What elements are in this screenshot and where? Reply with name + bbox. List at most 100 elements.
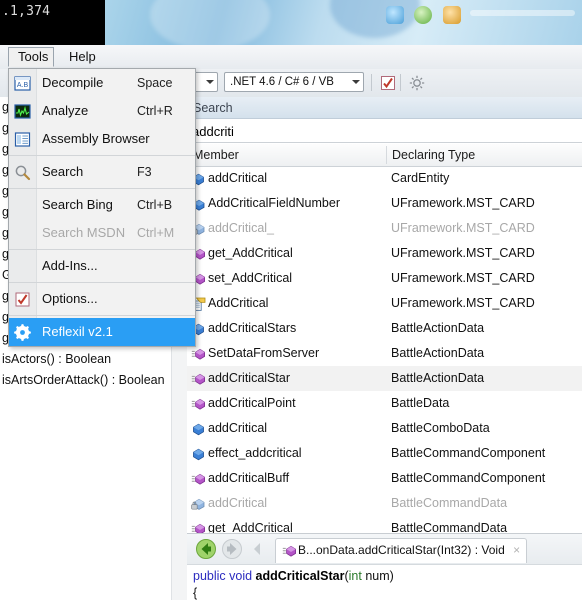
table-row[interactable]: addCriticalStars BattleActionData xyxy=(187,316,582,341)
table-row[interactable]: set_AddCritical UFramework.MST_CARD xyxy=(187,266,582,291)
method-icon xyxy=(191,471,206,486)
table-row[interactable]: addCritical BattleCommandData xyxy=(187,491,582,516)
table-row[interactable]: addCriticalBuff BattleCommandComponent xyxy=(187,466,582,491)
cell-member: effect_addcritical xyxy=(208,446,302,460)
code-text[interactable]: public void addCriticalStar(int num){ th… xyxy=(187,565,582,600)
menu-item-label: Add-Ins... xyxy=(42,258,98,273)
menu-item-add-ins[interactable]: Add-Ins... xyxy=(9,252,195,280)
menu-item-options[interactable]: Options... xyxy=(9,285,195,313)
search-panel-title: Search xyxy=(187,97,582,119)
table-row[interactable]: AddCritical UFramework.MST_CARD xyxy=(187,291,582,316)
menu-bar: Tools Help xyxy=(0,45,582,70)
search-results-panel: Search Member Declaring Type addCritical… xyxy=(187,97,582,600)
menu-separator xyxy=(9,188,195,189)
table-row[interactable]: addCriticalStar BattleActionData xyxy=(187,366,582,391)
cell-declaring-type: UFramework.MST_CARD xyxy=(391,221,535,235)
table-row[interactable]: addCritical CardEntity xyxy=(187,166,582,191)
column-header-member[interactable]: Member xyxy=(193,144,239,166)
code-tab[interactable]: B...onData.addCriticalStar(Int32) : Void… xyxy=(275,538,528,563)
chevron-down-icon xyxy=(206,80,214,84)
cell-declaring-type: BattleCommandComponent xyxy=(391,471,546,485)
menu-item-assembly-browser[interactable]: Assembly Browser xyxy=(9,125,195,153)
desktop-background: .1,374 xyxy=(0,0,582,45)
menu-item-label: Search xyxy=(42,164,84,179)
options-checkbox-icon xyxy=(14,290,31,307)
table-row[interactable]: addCriticalPoint BattleData xyxy=(187,391,582,416)
console-text: .1,374 xyxy=(2,4,51,19)
menu-item-search-msdn: Search MSDN Ctrl+M xyxy=(9,219,195,247)
table-row[interactable]: addCritical BattleComboData xyxy=(187,416,582,441)
cell-member: addCritical xyxy=(208,421,268,435)
console-window[interactable]: .1,374 xyxy=(0,0,105,45)
menu-separator xyxy=(9,282,195,283)
tray-icon[interactable] xyxy=(386,6,404,24)
menu-item-shortcut: Ctrl+B xyxy=(137,198,173,212)
table-row[interactable]: SetDataFromServer BattleActionData xyxy=(187,341,582,366)
column-divider[interactable] xyxy=(386,146,387,164)
assembly-browser-icon xyxy=(14,130,31,147)
tree-item[interactable]: isActors() : Boolean xyxy=(0,349,186,370)
options-checkbox-icon[interactable] xyxy=(379,74,397,92)
desktop-streak xyxy=(470,10,575,16)
field-icon xyxy=(191,421,206,436)
framework-combo[interactable]: .NET 4.6 / C# 6 / VB xyxy=(224,72,364,92)
code-token: { xyxy=(193,586,198,600)
gear-icon[interactable] xyxy=(408,74,426,92)
toolbar-separator xyxy=(400,74,401,91)
cell-declaring-type: BattleActionData xyxy=(391,371,485,385)
cell-declaring-type: BattleCommandComponent xyxy=(391,446,546,460)
menu-item-label: Reflexil v2.1 xyxy=(42,324,113,339)
menu-tools[interactable]: Tools xyxy=(8,47,54,67)
table-row[interactable]: addCritical_ UFramework.MST_CARD xyxy=(187,216,582,241)
menu-help[interactable]: Help xyxy=(60,47,105,67)
cell-member: SetDataFromServer xyxy=(208,346,320,360)
close-icon[interactable]: × xyxy=(513,543,520,557)
cell-declaring-type: BattleActionData xyxy=(391,346,485,360)
table-row[interactable]: get_AddCritical UFramework.MST_CARD xyxy=(187,241,582,266)
svg-text:A.B: A.B xyxy=(17,82,29,89)
menu-item-reflexil-v2-1[interactable]: Reflexil v2.1 xyxy=(9,318,195,346)
tray-icon-recycle[interactable] xyxy=(414,6,432,24)
method-icon xyxy=(282,544,296,557)
back-arrow-icon[interactable] xyxy=(195,538,217,560)
menu-item-search[interactable]: Search F3 xyxy=(9,158,195,186)
menu-item-label: Search MSDN xyxy=(42,225,126,240)
tray-icon-folder[interactable] xyxy=(443,6,461,24)
tools-dropdown-menu[interactable]: A.B Decompile Space Analyze Ctrl+R Assembly B… xyxy=(8,68,196,347)
tree-item[interactable]: isArtsOrderAttack() : Boolean xyxy=(0,370,186,391)
table-row[interactable]: AddCriticalFieldNumber UFramework.MST_CAR… xyxy=(187,191,582,216)
table-row[interactable]: effect_addcritical BattleCommandComponent xyxy=(187,441,582,466)
cell-declaring-type: BattleComboData xyxy=(391,421,490,435)
menu-item-decompile[interactable]: A.B Decompile Space xyxy=(9,69,195,97)
menu-item-list[interactable]: A.B Decompile Space Analyze Ctrl+R Assembly B… xyxy=(9,69,195,346)
forward-arrow-icon[interactable] xyxy=(221,538,243,560)
cell-declaring-type: BattleData xyxy=(391,396,450,410)
code-navigation-bar: B...onData.addCriticalStar(Int32) : Void… xyxy=(187,534,582,565)
menu-item-shortcut: Space xyxy=(137,76,173,90)
menu-item-label: Options... xyxy=(42,291,98,306)
menu-item-analyze[interactable]: Analyze Ctrl+R xyxy=(9,97,195,125)
cell-member: addCriticalPoint xyxy=(208,396,296,410)
menu-item-search-bing[interactable]: Search Bing Ctrl+B xyxy=(9,191,195,219)
code-tab-label: B...onData.addCriticalStar(Int32) : Void xyxy=(298,543,505,557)
chevron-down-icon xyxy=(352,80,360,84)
method-icon xyxy=(191,346,206,361)
menu-item-label: Search Bing xyxy=(42,197,113,212)
menu-item-no-icon xyxy=(14,257,31,274)
cell-member: AddCriticalFieldNumber xyxy=(208,196,340,210)
field-icon xyxy=(191,446,206,461)
toolbar-separator xyxy=(371,74,372,91)
cell-member: set_AddCritical xyxy=(208,271,293,285)
cell-member: addCritical xyxy=(208,171,268,185)
cell-declaring-type: UFramework.MST_CARD xyxy=(391,246,535,260)
results-grid-body[interactable]: addCritical CardEntity AddCriticalFieldNum… xyxy=(187,166,582,567)
code-token: public xyxy=(193,569,230,583)
cell-member: addCriticalStars xyxy=(208,321,297,335)
desktop-blob xyxy=(150,0,270,45)
menu-item-shortcut: Ctrl+R xyxy=(137,104,173,118)
history-chevron-icon[interactable] xyxy=(247,538,269,560)
column-header-declaring-type[interactable]: Declaring Type xyxy=(392,144,475,166)
menu-item-label: Assembly Browser xyxy=(42,131,150,146)
menu-item-shortcut: F3 xyxy=(137,165,152,179)
search-input[interactable] xyxy=(187,120,582,143)
